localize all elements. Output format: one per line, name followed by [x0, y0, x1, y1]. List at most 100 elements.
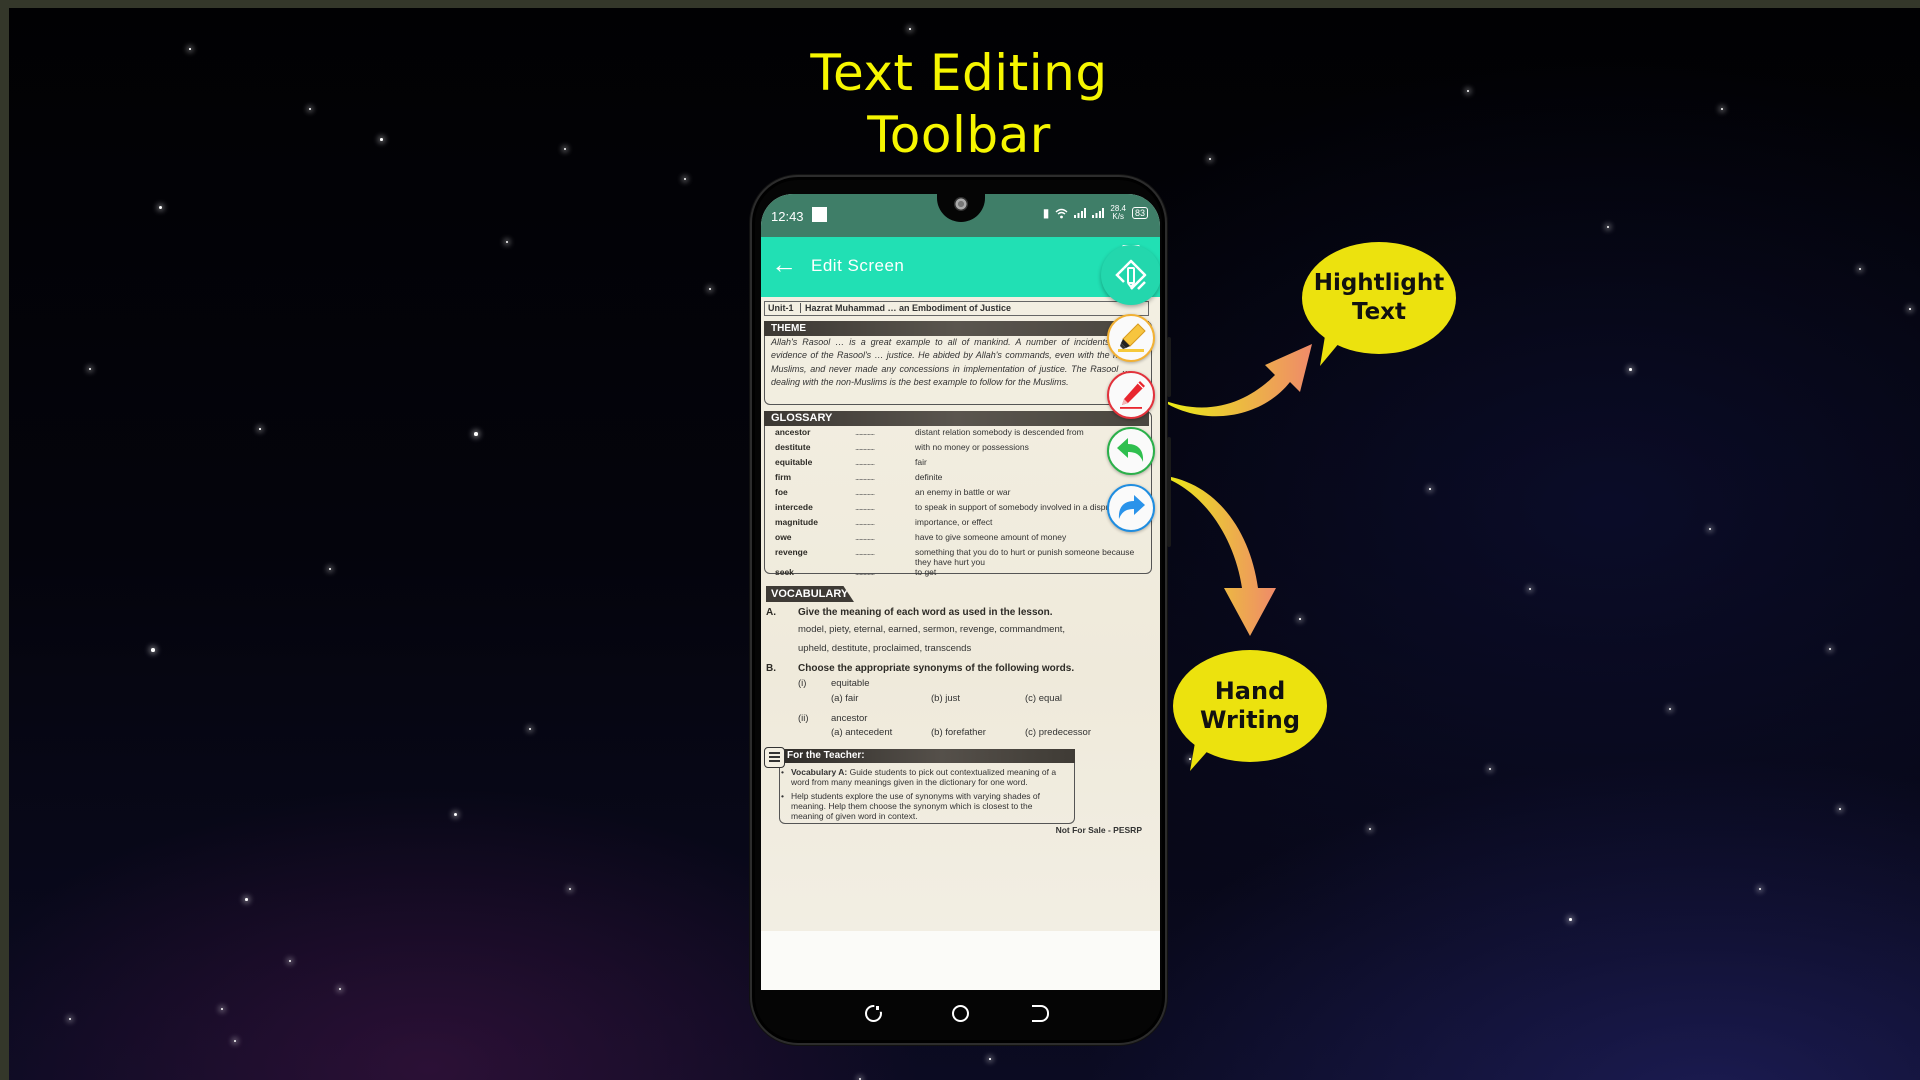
network-speed: 28.4 K/s — [1110, 205, 1126, 221]
glossary-word: revenge — [775, 547, 808, 557]
star — [339, 988, 341, 990]
redo-arrow-icon — [1118, 495, 1145, 519]
vocabulary-heading: VOCABULARY — [766, 586, 854, 602]
callout-line-1: Hightlight — [1313, 270, 1445, 296]
star — [289, 960, 291, 962]
glossary-dots: .............. — [855, 567, 875, 577]
star — [989, 1058, 991, 1060]
synonym-option: (c) equal — [1025, 693, 1062, 704]
question-a-letter: A. — [766, 607, 776, 618]
glossary-word: destitute — [775, 442, 811, 452]
glossary-definition: fair — [915, 457, 927, 467]
screen-title: Edit Screen — [811, 256, 905, 275]
synonym-item-number: (i) — [798, 678, 807, 689]
star — [474, 432, 478, 436]
star — [69, 1018, 71, 1020]
star — [89, 368, 91, 370]
star — [1569, 918, 1572, 921]
synonym-option: (b) just — [931, 693, 961, 704]
highlight-tool-button[interactable] — [1107, 314, 1155, 362]
wifi-icon — [1055, 208, 1068, 218]
highlighter-icon — [1118, 323, 1146, 352]
star — [909, 28, 911, 30]
headline-line-2: Toolbar — [867, 106, 1051, 164]
home-button[interactable] — [952, 1005, 969, 1022]
glossary-definition: have to give someone amount of money — [915, 532, 1067, 542]
synonym-option: (a) fair — [831, 693, 859, 704]
highlight-text-callout: Hightlight Text — [1302, 242, 1456, 354]
star — [1429, 488, 1431, 490]
star — [1859, 268, 1861, 270]
undo-arrow-icon — [1117, 438, 1144, 462]
glossary-definition: with no money or possessions — [915, 442, 1029, 452]
star — [1829, 648, 1831, 650]
handwriting-tool-button[interactable] — [1107, 371, 1155, 419]
question-a-words-line-1: model, piety, eternal, earned, sermon, r… — [798, 624, 1066, 635]
star — [259, 428, 261, 430]
glossary-word: magnitude — [775, 517, 818, 527]
document-header: Unit-1 Hazrat Muhammad … an Embodiment o… — [764, 301, 1149, 316]
star — [234, 1040, 236, 1042]
star — [1629, 368, 1632, 371]
phone-screen: 12:43 ▮ 28.4 K/s 83 ← Edit Screen Unit-1… — [761, 194, 1160, 990]
back-nav-button[interactable] — [1032, 1005, 1049, 1022]
headline: Text Editing Toolbar — [789, 42, 1129, 166]
redo-button[interactable] — [1107, 484, 1155, 532]
headline-line-1: Text Editing — [810, 44, 1108, 102]
recent-apps-button[interactable] — [865, 1005, 882, 1022]
status-bar: 12:43 ▮ 28.4 K/s 83 — [761, 194, 1160, 237]
star — [1759, 888, 1761, 890]
glossary-definition: something that you do to hurt or punish … — [915, 547, 1135, 567]
edit-toolbar-toggle-button[interactable] — [1101, 245, 1160, 305]
synonym-item-number: (ii) — [798, 713, 809, 724]
glossary-dots: .............. — [855, 502, 875, 512]
question-a-prompt: Give the meaning of each word as used in… — [798, 607, 1053, 618]
glossary-word: equitable — [775, 457, 813, 467]
star — [569, 888, 571, 890]
star — [454, 813, 457, 816]
teacher-note-heading: For the Teacher: — [779, 749, 1075, 763]
question-a-words-line-2: upheld, destitute, proclaimed, transcend… — [798, 643, 972, 654]
synonym-option: (b) forefather — [931, 727, 986, 738]
glossary-word: foe — [775, 487, 788, 497]
star — [1709, 528, 1711, 530]
star — [684, 178, 686, 180]
back-button[interactable]: ← — [771, 251, 797, 277]
bullet-bold-label: Vocabulary A: — [791, 767, 848, 777]
glossary-dots: .............. — [855, 457, 875, 467]
question-b-prompt: Choose the appropriate synonyms of the f… — [798, 663, 1075, 674]
glossary-dots: .............. — [855, 427, 875, 437]
glossary-word: owe — [775, 532, 792, 542]
handwriting-callout: Hand Writing — [1173, 650, 1327, 762]
undo-button[interactable] — [1107, 427, 1155, 475]
status-time: 12:43 — [771, 209, 804, 224]
star — [1529, 588, 1531, 590]
star — [380, 138, 383, 141]
phone-frame: 12:43 ▮ 28.4 K/s 83 ← Edit Screen Unit-1… — [750, 175, 1171, 1045]
star — [309, 108, 311, 110]
vibrate-icon: ▮ — [1042, 206, 1050, 220]
star — [1669, 708, 1671, 710]
synonym-option: (a) antecedent — [831, 727, 893, 738]
star — [221, 1008, 223, 1010]
pencil-diamond-icon — [1115, 259, 1147, 290]
synonym-option: (c) predecessor — [1025, 727, 1091, 738]
star — [709, 288, 711, 290]
glossary-dots: .............. — [855, 532, 875, 542]
app-bar: ← Edit Screen SAVE — [761, 237, 1160, 297]
glossary-definition: to get — [915, 567, 937, 577]
glossary-dots: .............. — [855, 547, 875, 557]
glossary-word: firm — [775, 472, 792, 482]
star — [159, 206, 162, 209]
glossary-dots: .............. — [855, 442, 875, 452]
notification-icon — [812, 207, 827, 222]
glossary-dots: .............. — [855, 487, 875, 497]
signal-icon — [1092, 208, 1105, 218]
callout-line-2: Text — [1351, 299, 1407, 325]
star — [506, 241, 508, 243]
document-page[interactable]: Unit-1 Hazrat Muhammad … an Embodiment o… — [761, 297, 1160, 931]
star — [1209, 158, 1211, 160]
star — [1489, 768, 1491, 770]
glossary-definition: distant relation somebody is descended f… — [915, 427, 1084, 437]
star — [1721, 108, 1723, 110]
